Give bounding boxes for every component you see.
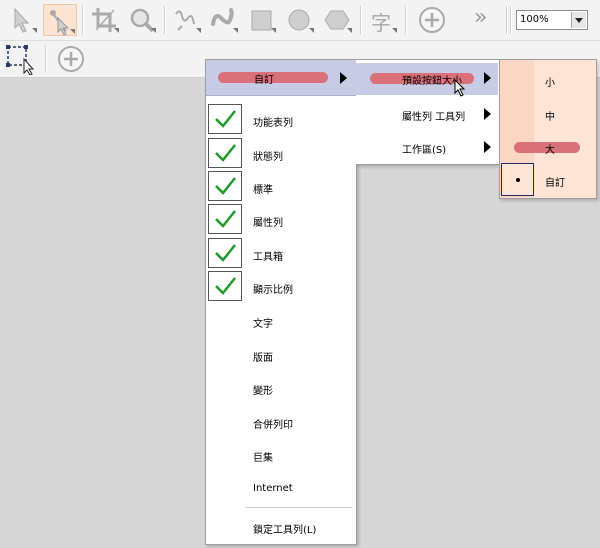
menu-item-customize-label: 自訂: [254, 75, 274, 86]
menu-item-label: 版面: [253, 353, 273, 364]
transform-select-icon[interactable]: [4, 43, 38, 75]
menu-item-label: 狀態列: [253, 152, 283, 163]
menu-item-label: 功能表列: [253, 118, 293, 129]
submenu-arrow-icon: [484, 72, 491, 84]
menu-item-label: 小: [545, 78, 555, 89]
polygon-tool-icon[interactable]: [321, 4, 355, 36]
customize-submenu: 預設按鈕大小 屬性列 工具列 工作區(S): [356, 59, 500, 165]
menu-item-toolbox[interactable]: 工具箱: [206, 237, 356, 269]
checkmark-icon: [208, 138, 242, 168]
menu-item-label: 鎖定工具列(L): [253, 525, 317, 536]
menu-item-label: 顯示比例: [253, 285, 293, 296]
freehand-tool-icon[interactable]: [170, 4, 204, 36]
crop-tool-icon[interactable]: [88, 4, 122, 36]
menu-item-label: 屬性列 工具列: [402, 112, 466, 123]
shape-tool-icon[interactable]: [43, 4, 77, 36]
menu-item-label: 工具箱: [253, 252, 283, 263]
artistic-media-icon[interactable]: [207, 4, 241, 36]
menu-item-label: 合併列印: [253, 420, 293, 431]
menu-item-label: 變形: [253, 386, 273, 397]
menu-item-label: 大: [545, 145, 555, 156]
menu-item-internet[interactable]: Internet: [206, 472, 356, 504]
zoom-level-value: 100%: [520, 14, 549, 25]
add-tool-icon[interactable]: [54, 43, 88, 75]
menu-item-label: 預設按鈕大小: [402, 76, 462, 87]
submenu-arrow-icon: [484, 141, 491, 153]
checkmark-icon: [208, 204, 242, 234]
submenu-arrow-icon: [484, 108, 491, 120]
menu-item-menubar[interactable]: 功能表列: [206, 103, 356, 135]
menu-item-transform[interactable]: 變形: [206, 371, 356, 403]
text-tool-icon[interactable]: 字: [366, 4, 400, 36]
menu-item-size-small[interactable]: 小: [500, 64, 596, 96]
menu-item-customize[interactable]: 自訂: [206, 60, 356, 96]
menu-item-label: 自訂: [545, 178, 565, 189]
menu-item-label: 標準: [253, 185, 273, 196]
menu-item-label: Internet: [253, 483, 293, 494]
menu-item-macros[interactable]: 巨集: [206, 438, 356, 470]
menu-item-layout[interactable]: 版面: [206, 338, 356, 370]
menu-item-size-large[interactable]: 大: [500, 131, 596, 163]
mouse-cursor-icon: [454, 79, 466, 97]
toolbar-context-menu: 自訂 功能表列 狀態列 標準 屬性列 工具箱 顯示比例 文字 版面 變形 合併列…: [205, 59, 357, 545]
menu-item-label: 工作區(S): [402, 145, 447, 156]
menu-item-label: 中: [545, 112, 555, 123]
menu-item-label: 巨集: [253, 453, 273, 464]
zoom-level-combo[interactable]: 100%: [516, 10, 588, 30]
menu-item-label: 屬性列: [253, 218, 283, 229]
menu-item-property-toolbar[interactable]: 屬性列 工具列: [356, 99, 498, 129]
menu-item-lock-toolbars[interactable]: 鎖定工具列(L): [206, 512, 356, 542]
menu-item-default-button-size[interactable]: 預設按鈕大小: [356, 63, 498, 97]
menu-separator: [246, 507, 352, 508]
menu-item-size-medium[interactable]: 中: [500, 98, 596, 130]
standard-toolbar: 字 » 100%: [0, 0, 600, 41]
menu-item-standard[interactable]: 標準: [206, 170, 356, 202]
menu-item-size-custom[interactable]: 自訂: [500, 164, 596, 196]
submenu-arrow-icon: [340, 72, 347, 84]
checkmark-icon: [208, 238, 242, 268]
add-tool-icon[interactable]: [415, 4, 449, 36]
menu-item-merge-print[interactable]: 合併列印: [206, 405, 356, 437]
menu-item-workspace[interactable]: 工作區(S): [356, 132, 498, 162]
ellipse-tool-icon[interactable]: [283, 4, 317, 36]
button-size-submenu: 小 中 大 自訂: [499, 59, 597, 199]
menu-item-property-bar[interactable]: 屬性列: [206, 203, 356, 235]
checkmark-icon: [208, 271, 242, 301]
zoom-tool-icon[interactable]: [125, 4, 159, 36]
menu-item-zoom[interactable]: 顯示比例: [206, 270, 356, 302]
menu-item-label: 文字: [253, 319, 273, 330]
overflow-glyph: »: [474, 5, 488, 30]
checkmark-icon: [208, 171, 242, 201]
pick-tool-icon[interactable]: [6, 4, 40, 36]
menu-item-statusbar[interactable]: 狀態列: [206, 137, 356, 169]
menu-item-text[interactable]: 文字: [206, 304, 356, 336]
checkmark-icon: [208, 104, 242, 134]
chevron-down-icon[interactable]: [571, 12, 586, 28]
rectangle-tool-icon[interactable]: [245, 4, 279, 36]
more-tools-icon[interactable]: »: [466, 4, 500, 36]
